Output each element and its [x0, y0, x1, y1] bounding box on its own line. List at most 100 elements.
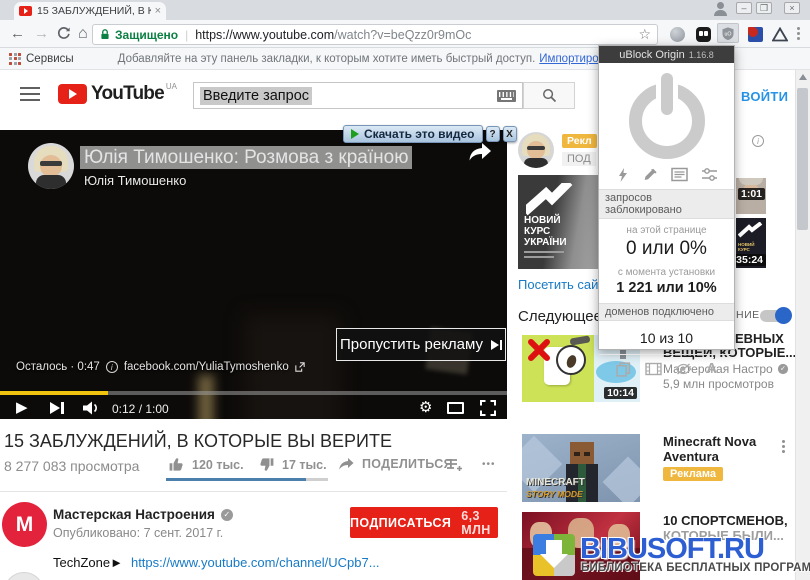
next-section-header: Следующее: [518, 308, 602, 325]
filmstrip-icon[interactable]: [645, 362, 662, 376]
minecraft-ad-thumbnail[interactable]: MINECRAFT STORY MODE: [522, 434, 640, 502]
window-maximize-button[interactable]: ❒: [756, 2, 772, 14]
video-options-icon[interactable]: [782, 440, 785, 455]
lock-icon: [99, 28, 111, 41]
ad-video-thumb-2[interactable]: НОВИЙКУРС 35:24: [736, 218, 766, 268]
tab-close-icon[interactable]: ×: [155, 5, 161, 17]
sign-in-link[interactable]: ВОЙТИ: [741, 89, 788, 104]
play-button-icon[interactable]: ▶: [16, 398, 28, 416]
sentiment-bar: [166, 478, 328, 481]
ublock-extension-icon[interactable]: uO: [717, 23, 739, 43]
settings-sliders-icon[interactable]: [701, 167, 718, 182]
logger-icon[interactable]: [671, 167, 688, 182]
element-zapper-icon[interactable]: [616, 167, 630, 183]
view-count: 8 277 083 просмотра: [4, 458, 139, 474]
hamburger-menu-icon[interactable]: [20, 87, 40, 105]
ublock-popup: uBlock Origin 1.16.8 запросов заблокиров…: [598, 45, 735, 350]
browser-tab[interactable]: 15 ЗАБЛУЖДЕНИЙ, В КО ×: [14, 2, 166, 20]
download-video-button[interactable]: Скачать это видео: [343, 125, 483, 143]
refresh-icon[interactable]: [56, 26, 71, 41]
extension-vpn-triangle-icon[interactable]: [769, 24, 791, 44]
subscribe-button[interactable]: ПОДПИСАТЬСЯ 6,3 МЛН: [350, 507, 498, 538]
ad-channel-avatar[interactable]: [28, 143, 74, 189]
copy-pages-icon[interactable]: [616, 362, 631, 377]
progress-fill: [0, 391, 108, 395]
ublock-popup-header: uBlock Origin 1.16.8: [599, 46, 734, 63]
ad-info-icon[interactable]: i: [752, 135, 764, 147]
keyboard-icon[interactable]: [497, 90, 516, 102]
minecraft-ad-title-line2[interactable]: Aventura: [663, 449, 719, 464]
dislike-button[interactable]: 17 тыс.: [258, 456, 327, 473]
channel-name: Мастерская Настроения: [53, 507, 215, 522]
video-player[interactable]: Юлія Тимошенко: Розмова з країною Юлія Т…: [0, 130, 507, 419]
search-input[interactable]: Введите запрос: [193, 82, 523, 109]
info-icon[interactable]: i: [106, 361, 118, 373]
channel-name-row[interactable]: Мастерская Настроения ✓: [53, 507, 233, 522]
skip-ad-button[interactable]: Пропустить рекламу: [336, 328, 506, 361]
eye-slash-icon[interactable]: [675, 362, 692, 376]
settings-gear-icon[interactable]: ⚙: [419, 398, 432, 416]
extension-video-downloader-icon[interactable]: [744, 24, 766, 44]
extension-downloader-icon[interactable]: [692, 24, 714, 44]
visit-site-link[interactable]: Посетить сай: [518, 277, 598, 292]
fullscreen-icon[interactable]: [480, 400, 496, 416]
bookmark-star-icon[interactable]: ☆: [638, 26, 651, 43]
ublock-bottom-tools: A: [599, 354, 734, 383]
next-button-icon[interactable]: [50, 402, 64, 414]
volume-icon[interactable]: [82, 400, 101, 416]
external-link-icon: [295, 362, 305, 372]
description-link[interactable]: https://www.youtube.com/channel/UCpb7...: [131, 555, 380, 570]
ublock-domains-header: доменов подключено: [599, 303, 734, 321]
watermark-tagline: БИБЛИОТЕКА БЕСПЛАТНЫХ ПРОГРАММ: [581, 562, 810, 574]
ublock-tools-row: [599, 163, 734, 189]
minecraft-ad-title-line1[interactable]: Minecraft Nova: [663, 434, 756, 449]
youtube-country-badge: UA: [166, 82, 177, 91]
ad-channel-name[interactable]: Юлія Тимошенко: [84, 173, 186, 188]
ublock-domains-value: 10 из 10: [599, 330, 734, 346]
font-size-icon[interactable]: A: [706, 362, 717, 377]
search-button[interactable]: [523, 82, 575, 109]
home-icon[interactable]: ⌂: [78, 21, 88, 47]
back-icon[interactable]: ←: [10, 21, 25, 47]
sports-video-title-line1[interactable]: 10 СПОРТСМЕНОВ,: [663, 513, 788, 528]
scrollbar-thumb[interactable]: [797, 88, 808, 230]
window-close-button[interactable]: ×: [784, 2, 800, 14]
verified-badge-icon: ✓: [778, 364, 788, 374]
like-button[interactable]: 120 тыс.: [168, 456, 244, 473]
apps-grid-icon[interactable]: [9, 53, 21, 65]
sidebar-ad-badge: Рекл: [562, 134, 597, 148]
ad-video-thumb-1[interactable]: 1:01: [736, 178, 766, 214]
autoplay-toggle[interactable]: [760, 310, 790, 322]
ad-video-title[interactable]: Юлія Тимошенко: Розмова з країною: [80, 147, 412, 169]
chrome-menu-icon[interactable]: [797, 27, 800, 42]
window-minimize-button[interactable]: –: [736, 2, 752, 14]
thumbs-down-icon: [258, 456, 275, 473]
download-helper-bar: Скачать это видео ? X: [343, 125, 517, 143]
forward-icon[interactable]: →: [34, 21, 49, 47]
ad-link[interactable]: facebook.com/YuliaTymoshenko: [124, 361, 289, 373]
miniplayer-icon[interactable]: [447, 402, 464, 414]
youtube-logo[interactable]: YouTube UA: [58, 84, 177, 104]
url-path: /watch?v=beQzz0r9mOc: [334, 28, 471, 42]
progress-track[interactable]: [0, 391, 507, 395]
more-actions-icon[interactable]: •••: [482, 459, 496, 470]
download-close-button[interactable]: X: [503, 126, 517, 142]
scrollbar-up-arrow[interactable]: [799, 74, 807, 80]
ublock-power-button[interactable]: [623, 73, 711, 161]
element-picker-icon[interactable]: [643, 167, 658, 183]
ad-thumb-line2: КУРС: [524, 226, 567, 237]
address-bar[interactable]: Защищено | https://www.youtube.com /watc…: [92, 24, 658, 45]
sidebar-subscribe-fragment[interactable]: ПОД: [562, 152, 596, 166]
bookmark-services[interactable]: Сервисы: [26, 53, 74, 65]
extension-globe-icon[interactable]: [666, 24, 688, 44]
share-button[interactable]: ПОДЕЛИТЬСЯ: [338, 457, 453, 471]
sidebar-ad-avatar[interactable]: [518, 132, 554, 168]
browser-window: 15 ЗАБЛУЖДЕНИЙ, В КО × – ❒ × ← → ⌂ Защищ…: [0, 0, 810, 580]
add-to-playlist-icon[interactable]: [446, 458, 463, 472]
player-share-icon[interactable]: [468, 142, 492, 162]
profile-icon[interactable]: [714, 2, 727, 15]
download-help-button[interactable]: ?: [486, 126, 500, 142]
channel-avatar[interactable]: M: [2, 502, 47, 547]
minecraft-logo-text: MINECRAFT: [526, 477, 585, 488]
next-video-title-frag1[interactable]: ЕВНЫХ: [735, 331, 784, 346]
